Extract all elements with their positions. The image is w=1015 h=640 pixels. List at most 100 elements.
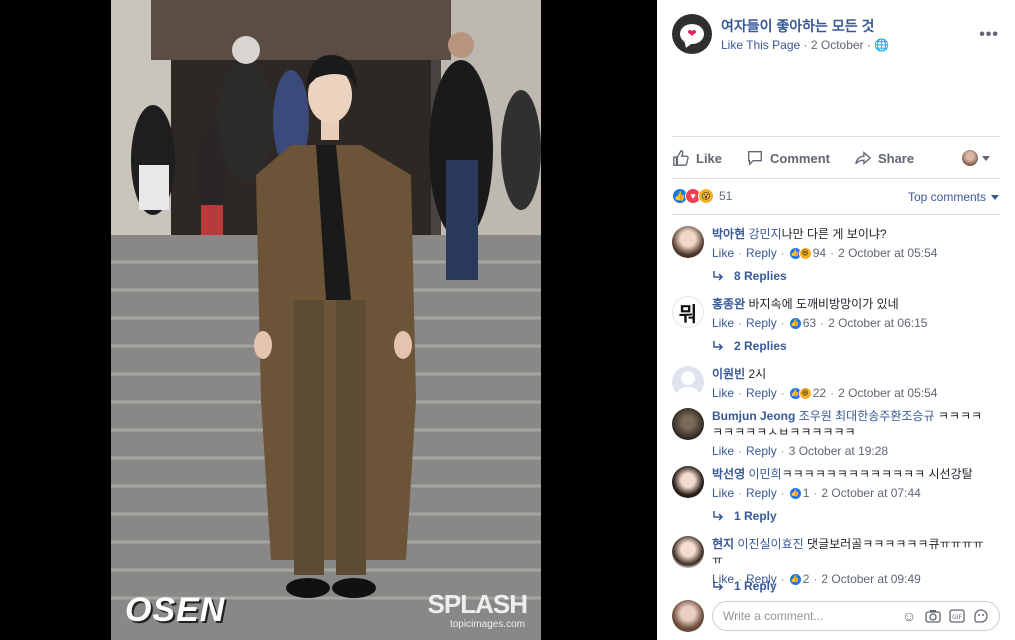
comment-like-button[interactable]: Like [712,386,734,400]
divider [672,178,1000,179]
comment-sort-dropdown[interactable]: Top comments [908,190,999,204]
avatar[interactable] [672,536,704,568]
comment-time[interactable]: 2 October at 05:54 [838,386,937,400]
comment-input-box[interactable]: ☺ GIF [712,601,1000,631]
comment-time[interactable]: 3 October at 19:28 [789,444,888,458]
comment-reply-button[interactable]: Reply [746,316,777,330]
commenter-name[interactable]: Bumjun Jeong [712,409,795,423]
wow-reaction-icon: 😮 [698,188,714,204]
page-name-link[interactable]: 여자들이 좋아하는 모든 것 [721,16,874,36]
view-replies-link[interactable]: 1 Reply [712,579,777,593]
avatar[interactable] [672,366,704,398]
reply-arrow-icon [713,511,724,521]
mention-link[interactable]: 이진실이효진 [737,537,803,551]
comment-text: 2시 [748,367,767,381]
commenter-name[interactable]: 박선영 [712,467,745,481]
avatar [672,600,704,632]
reply-arrow-icon [713,341,724,351]
emoji-icon[interactable]: ☺ [901,608,917,624]
comment-reply-button[interactable]: Reply [746,444,777,458]
like-reaction-icon: 👍 [788,486,802,500]
comment-like-button[interactable]: Like [712,316,734,330]
avatar[interactable] [672,466,704,498]
view-replies-link[interactable]: 1 Reply [712,509,777,523]
reaction-count: 51 [719,189,733,203]
haha-reaction-icon: 😆 [798,246,812,260]
commenter-name[interactable]: 박아현 [712,227,745,241]
comment-reactions[interactable]: 👍 [788,316,802,330]
comment-text: ㅋㅋㅋㅋㅋㅋㅋㅋㅋㅋㅋㅋㅋ 시선강탈 [781,467,973,481]
like-button[interactable]: Like [672,149,722,167]
divider [672,214,1000,215]
view-replies-link[interactable]: 8 Replies [712,269,787,283]
gif-icon[interactable]: GIF [949,608,965,624]
splash-watermark-url: topicimages.com [449,619,525,630]
post-as-selector[interactable] [962,150,990,166]
comment-text: 나만 다른 게 보이냐? [781,227,887,241]
speech-bubble-icon: ❤ [680,24,704,44]
user-avatar [962,150,978,166]
mention-link[interactable]: 이민희 [748,467,781,481]
reaction-summary[interactable]: 👍 ♥ 😮 51 [672,188,732,204]
comment-like-button[interactable]: Like [712,444,734,458]
comment-reply-button[interactable]: Reply [746,246,777,260]
divider [672,136,1000,137]
reply-arrow-icon [713,271,724,281]
avatar[interactable]: 뭐 [672,296,704,328]
sticker-icon[interactable] [973,608,989,624]
page-avatar[interactable]: ❤ [672,14,712,54]
comment-button[interactable]: Comment [746,149,830,167]
comment-reactions[interactable]: 👍 [788,486,802,500]
mention-link[interactable]: 조우원 최대한송주환조승규 [799,409,935,423]
comment-reaction-count: 1 [802,486,810,500]
composer-icons: ☺ GIF [901,608,999,624]
comment-reaction-count: 22 [812,386,827,400]
comment-reactions[interactable]: 👍 😆 [788,246,812,260]
comment-reply-button[interactable]: Reply [746,386,777,400]
comment-reaction-count: 94 [812,246,827,260]
default-avatar-icon [676,371,700,398]
commenter-name[interactable]: 이원빈 [712,367,745,381]
comment-like-button[interactable]: Like [712,486,734,500]
comment-input[interactable] [723,609,901,623]
comment-time[interactable]: 2 October at 06:15 [828,316,927,330]
osen-watermark: OSEN [125,591,226,629]
like-reaction-icon: 👍 [788,572,802,586]
comment-like-button[interactable]: Like [712,246,734,260]
comment-composer: ☺ GIF [672,600,1000,632]
share-label: Share [877,150,915,166]
comment-reply-button[interactable]: Reply [746,486,777,500]
like-reaction-icon: 👍 [788,316,802,330]
view-replies-link[interactable]: 2 Replies [712,339,787,353]
reply-arrow-icon [713,581,724,591]
comment-time[interactable]: 2 October at 05:54 [838,246,937,260]
comment-reaction-count: 63 [802,316,817,330]
share-icon [855,151,872,165]
globe-icon: 🌐 [874,38,890,52]
heart-icon: ❤ [687,27,697,40]
avatar[interactable] [672,408,704,440]
comment-label: Comment [770,150,830,166]
post-date[interactable]: 2 October [811,38,864,52]
post-actions-bar: Like Comment Share [672,142,1000,174]
thumbs-up-icon [673,150,689,166]
avatar[interactable] [672,226,704,258]
share-button[interactable]: Share [854,149,914,167]
comment-time[interactable]: 2 October at 07:44 [821,486,920,500]
replies-count: 8 Replies [734,269,787,283]
comment-reactions[interactable]: 👍 😆 [788,386,812,400]
haha-reaction-icon: 😆 [798,386,812,400]
post-photo[interactable]: OSEN SPLASH topicimages.com [111,0,541,640]
commenter-name[interactable]: 홍종완 [712,297,745,311]
commenter-name[interactable]: 현지 [712,537,734,551]
replies-count: 1 Reply [734,579,777,593]
svg-text:GIF: GIF [952,614,962,621]
comment-reactions[interactable]: 👍 [788,572,802,586]
comment-icon [748,151,762,166]
more-options-button[interactable]: ••• [979,26,999,44]
like-label: Like [696,150,723,166]
like-page-link[interactable]: Like This Page [721,38,800,52]
camera-icon[interactable] [925,608,941,624]
comment-time[interactable]: 2 October at 09:49 [821,572,920,586]
mention-link[interactable]: 강민지 [748,227,781,241]
